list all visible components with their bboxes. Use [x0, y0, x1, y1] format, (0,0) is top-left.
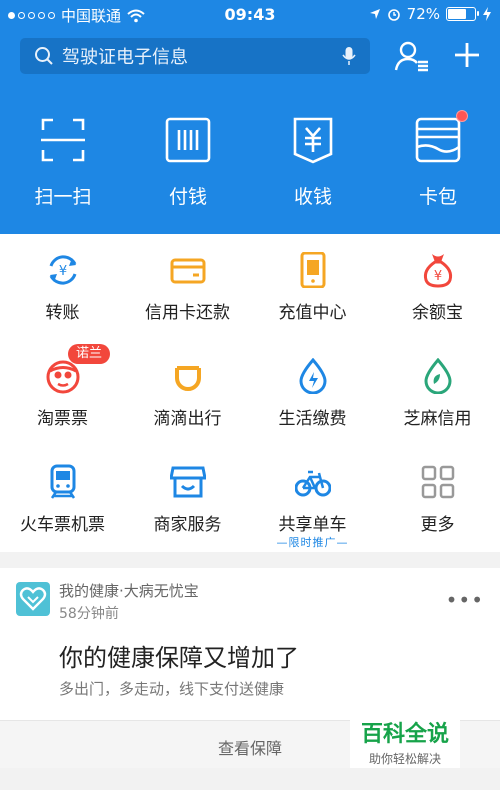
grid-item-recharge[interactable]: 充值中心: [250, 234, 375, 340]
grid-item-label: 淘票票: [37, 409, 88, 429]
contacts-icon: [394, 41, 428, 72]
status-bar: 中国联通 09:43 72%: [0, 0, 500, 30]
grid-item-label: 信用卡还款: [145, 303, 230, 323]
grid-item-merchant[interactable]: 商家服务: [125, 446, 250, 552]
grid-item-utilities[interactable]: 生活缴费: [250, 340, 375, 446]
svg-text:¥: ¥: [59, 264, 67, 279]
grid-item-label: 滴滴出行: [153, 409, 222, 429]
quick-action-receive[interactable]: 收钱: [253, 116, 373, 209]
grid-item-transfer[interactable]: ¥ 转账: [0, 234, 125, 340]
grid-item-label: 共享单车: [278, 515, 347, 535]
notification-dot: [456, 110, 468, 122]
search-icon: [34, 46, 54, 66]
health-card[interactable]: 我的健康·大病无忧宝 58分钟前 ••• 你的健康保障又增加了 多出门，多走动，…: [0, 568, 500, 720]
microphone-icon[interactable]: [342, 46, 356, 71]
grid-item-label: 生活缴费: [278, 409, 347, 429]
transfer-icon: ¥: [49, 255, 77, 285]
scan-icon: [39, 116, 87, 164]
didi-icon: [175, 366, 201, 391]
card-timestamp: 58分钟前: [59, 606, 119, 622]
grid-item-label: 芝麻信用: [403, 409, 472, 429]
grid-item-credit-card[interactable]: 信用卡还款: [125, 234, 250, 340]
quick-action-pay[interactable]: 付钱: [128, 116, 248, 209]
promo-badge: 诺兰: [68, 344, 111, 364]
grid-item-label: 余额宝: [412, 303, 463, 323]
card-source: 我的健康·大病无忧宝: [59, 582, 199, 600]
grid-item-train-tickets[interactable]: 火车票机票: [0, 446, 125, 552]
watermark-subtitle: 助你轻松解决: [368, 752, 441, 766]
more-grid-icon: [421, 465, 455, 499]
grid-item-label: 更多: [420, 515, 455, 535]
svg-text:¥: ¥: [434, 269, 442, 284]
charging-icon: [483, 7, 491, 21]
grid-item-label: 充值中心: [278, 303, 347, 323]
grid-item-didi[interactable]: 滴滴出行: [125, 340, 250, 446]
health-app-icon: [16, 582, 50, 616]
watermark-title: 百科全说: [360, 722, 449, 747]
location-arrow-icon: [369, 9, 380, 19]
header: 驾驶证电子信息 扫一扫 付钱 收钱 卡包: [0, 30, 500, 234]
card-wallet-icon: [414, 110, 468, 164]
quick-action-cards[interactable]: 卡包: [378, 110, 498, 209]
search-placeholder: 驾驶证电子信息: [62, 47, 188, 68]
money-bag-icon: ¥: [423, 254, 453, 288]
battery-percent: 72%: [406, 5, 440, 23]
grid-item-label: 商家服务: [153, 515, 222, 535]
receive-money-icon: [289, 116, 337, 164]
grid-item-yuebao[interactable]: ¥ 余额宝: [375, 234, 500, 340]
contacts-button[interactable]: [394, 40, 432, 76]
alarm-icon: [387, 9, 400, 21]
quick-action-label: 扫一扫: [34, 186, 92, 208]
add-button[interactable]: [452, 40, 482, 74]
search-input[interactable]: 驾驶证电子信息: [20, 38, 370, 74]
barcode-pay-icon: [164, 116, 212, 164]
phone-recharge-icon: [300, 252, 326, 288]
grid-item-more[interactable]: 更多: [375, 446, 500, 552]
shop-icon: [170, 466, 206, 498]
quick-action-label: 卡包: [418, 186, 457, 208]
credit-card-icon: [170, 258, 206, 284]
service-grid: ¥ 转账 信用卡还款 充值中心 ¥ 余额宝 淘票票 滴滴出行 生活缴费 芝麻信用…: [0, 234, 500, 552]
more-options-icon[interactable]: •••: [446, 588, 484, 612]
grid-item-label: 火车票机票: [20, 515, 105, 535]
sesame-credit-icon: [424, 358, 452, 394]
battery-icon: [446, 7, 479, 21]
promo-sub-label: —限时推广—: [276, 536, 349, 549]
plus-icon: [455, 43, 479, 67]
grid-item-bike-share[interactable]: 共享单车 —限时推广—: [250, 446, 375, 552]
quick-action-scan[interactable]: 扫一扫: [3, 116, 123, 209]
grid-item-sesame-credit[interactable]: 芝麻信用: [375, 340, 500, 446]
quick-action-label: 付钱: [168, 186, 207, 208]
utility-drop-icon: [299, 358, 327, 394]
train-icon: [50, 464, 76, 499]
watermark-logo: 百科全说 助你轻松解决: [350, 712, 460, 768]
grid-item-label: 转账: [45, 303, 80, 323]
quick-action-label: 收钱: [293, 186, 332, 208]
bicycle-icon: [295, 470, 331, 497]
card-description: 多出门，多走动，线下支付送健康: [59, 680, 285, 698]
card-title: 你的健康保障又增加了: [59, 644, 299, 672]
